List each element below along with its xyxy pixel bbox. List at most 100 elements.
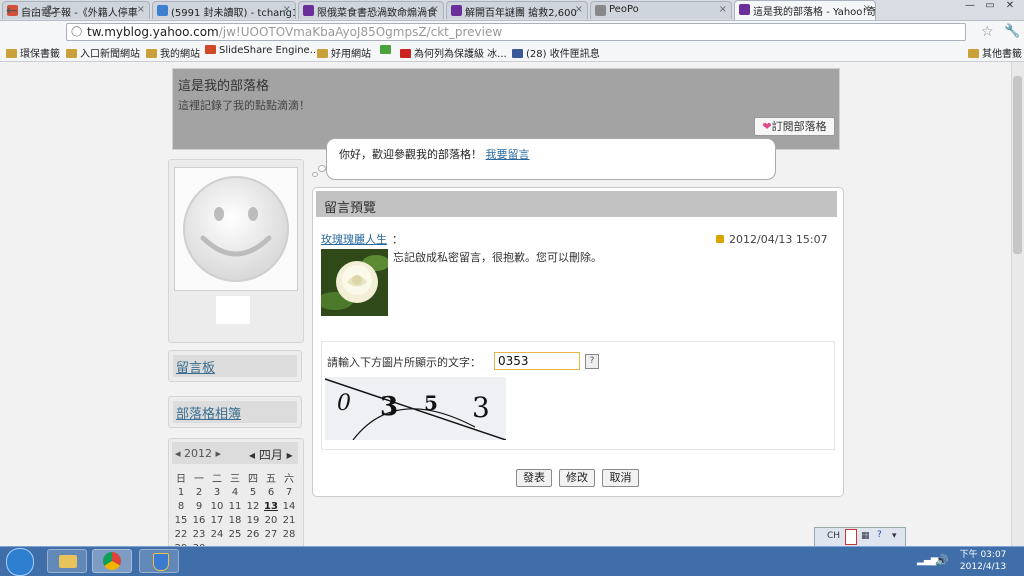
- minimize-icon[interactable]: —: [961, 0, 979, 14]
- bookmark-icon: [66, 49, 77, 58]
- browser-tab[interactable]: 這是我的部落格 - Yahoo!奇 ×: [734, 0, 876, 20]
- bookmark-label: 好用網站: [331, 49, 371, 60]
- avatar[interactable]: [174, 167, 298, 291]
- captcha-input[interactable]: [494, 352, 580, 370]
- author-avatar[interactable]: [321, 249, 388, 316]
- calendar-day: 25: [228, 528, 242, 540]
- browser-tab[interactable]: PeoPo ×: [590, 1, 732, 19]
- clock-time: 下午 03:07: [959, 550, 1007, 560]
- bookmark-item[interactable]: [380, 45, 394, 56]
- author-link[interactable]: 玫瑰瑰麗人生: [321, 231, 387, 247]
- browser-tab[interactable]: 自由電子報 -《外籍人停車 ×: [2, 1, 150, 19]
- sidebar-item-guestbook[interactable]: 留言板: [168, 350, 302, 382]
- bookmark-icon: [400, 49, 411, 58]
- smiley-icon: [183, 176, 289, 282]
- calendar-day: 7: [285, 486, 293, 498]
- maximize-icon[interactable]: ▭: [981, 0, 999, 14]
- ime-help-icon[interactable]: ?: [877, 530, 882, 540]
- browser-tab[interactable]: 限俄菜食書恐渦致命煽渦食 ×: [298, 1, 444, 19]
- calendar-day: 1: [177, 486, 185, 498]
- ime-input-icon[interactable]: [845, 529, 857, 545]
- ime-label: CH: [827, 531, 841, 541]
- calendar-weekday-row: 日一二三四五六: [172, 470, 298, 485]
- bookmark-star-icon[interactable]: ☆: [981, 24, 994, 40]
- bookmark-item[interactable]: (28) 收件匣訊息: [512, 45, 600, 60]
- bookmark-item[interactable]: 我的網站: [146, 45, 200, 60]
- close-window-icon[interactable]: ✕: [1001, 0, 1019, 14]
- forward-icon[interactable]: →: [26, 3, 38, 19]
- volume-icon[interactable]: 🔊: [935, 554, 949, 567]
- tab-close-icon[interactable]: ×: [575, 4, 583, 15]
- bookmark-item[interactable]: 好用網站: [317, 45, 371, 60]
- leave-message-link[interactable]: 我要留言: [486, 148, 530, 161]
- tab-close-icon[interactable]: ×: [283, 4, 291, 15]
- calendar-week-row: 22 23 24 25 26 27 28: [172, 527, 298, 541]
- address-bar[interactable]: tw.myblog.yahoo.com/jw!UOOTOVmaKbaAyoJ85…: [66, 23, 966, 41]
- calendar-month[interactable]: ◂ 四月 ▸: [249, 446, 293, 463]
- chrome-icon: [103, 552, 121, 570]
- calendar-day: 8: [177, 500, 185, 512]
- captcha-label: 請輸入下方圖片所顯示的文字：: [327, 356, 481, 369]
- wrench-icon[interactable]: 🔧: [1004, 24, 1020, 39]
- captcha-char: 3: [472, 391, 490, 424]
- calendar-day: 11: [228, 500, 242, 512]
- cancel-button[interactable]: 取消: [602, 469, 639, 487]
- reload-icon[interactable]: ↻: [46, 3, 58, 19]
- calendar-day: 5: [249, 486, 257, 498]
- captcha-char: 5: [424, 391, 438, 415]
- calendar-day[interactable]: 13: [262, 499, 280, 513]
- calendar-weekday: 二: [212, 474, 222, 485]
- edit-button[interactable]: 修改: [559, 469, 595, 487]
- bookmark-item[interactable]: 入口新聞網站: [66, 45, 140, 60]
- ime-toolbar[interactable]: CH ▦ ? ▾: [814, 527, 906, 547]
- calendar-day: 26: [246, 528, 260, 540]
- folder-icon: [968, 49, 979, 58]
- tab-close-icon[interactable]: ×: [137, 4, 145, 15]
- submit-button[interactable]: 發表: [516, 469, 552, 487]
- keyboard-icon[interactable]: ▦: [861, 531, 870, 541]
- url-path: /jw!UOOTOVmaKbaAyoJ85OgmpsZ/ckt_preview: [218, 25, 503, 39]
- blog-title: 這是我的部落格: [178, 79, 270, 94]
- calendar-body: 日一二三四五六 1 2 3 4 5 6 7 8 9 10 11 12 13 14 15 16 17 18 19 20 21…: [172, 470, 298, 555]
- bookmark-item[interactable]: 為何列為保護級 冰...: [400, 45, 507, 60]
- other-bookmarks[interactable]: 其他書籤: [968, 45, 1022, 60]
- calendar-day: 17: [210, 514, 224, 526]
- taskbar-clock[interactable]: 下午 03:07 2012/4/13: [955, 549, 1011, 573]
- calendar-day: 24: [210, 528, 224, 540]
- scrollbar-thumb[interactable]: [1013, 76, 1022, 254]
- calendar-day: 21: [282, 514, 296, 526]
- calendar-weekday: 三: [230, 474, 240, 485]
- bookmark-item[interactable]: SlideShare Engine...: [205, 45, 319, 56]
- bookmark-label: 我的網站: [160, 49, 200, 60]
- tab-close-icon[interactable]: ×: [719, 4, 727, 15]
- panel-title-bar: [316, 191, 837, 217]
- bookmark-label: (28) 收件匣訊息: [526, 49, 600, 60]
- tab-close-icon[interactable]: ×: [863, 3, 871, 14]
- tab-close-icon[interactable]: ×: [431, 4, 439, 15]
- start-button[interactable]: [6, 548, 34, 576]
- subscribe-button[interactable]: ❤訂閱部落格: [754, 117, 835, 136]
- bookmark-item[interactable]: 環保書籤: [6, 45, 60, 60]
- profile-name-box: [216, 296, 250, 324]
- sidebar-item-album[interactable]: 部落格相簿: [168, 396, 302, 428]
- calendar-week-row: 8 9 10 11 12 13 14: [172, 499, 298, 513]
- calendar-day: 22: [174, 528, 188, 540]
- back-icon[interactable]: ←: [6, 3, 18, 19]
- browser-tab[interactable]: (5991 封未讀取) - tchang1 ×: [152, 1, 296, 19]
- calendar-year[interactable]: ◂ 2012 ▸: [175, 447, 221, 460]
- calendar-day: 28: [282, 528, 296, 540]
- bookmark-icon: [317, 49, 328, 58]
- browser-tab[interactable]: 解開百年謎團 搶救2,600 ×: [446, 1, 588, 19]
- heart-icon: ❤: [762, 120, 772, 133]
- bookmark-icon: [380, 45, 391, 54]
- captcha-char: 0: [337, 391, 351, 416]
- captcha-char: 3: [380, 392, 398, 422]
- tab-favicon-icon: [303, 5, 314, 16]
- calendar-week-row: 1234567: [172, 485, 298, 499]
- clock-date: 2012/4/13: [959, 562, 1007, 572]
- explorer-taskbar-icon[interactable]: [47, 549, 87, 573]
- shield-taskbar-icon[interactable]: [139, 549, 179, 573]
- help-icon[interactable]: ?: [585, 354, 599, 369]
- chrome-taskbar-icon[interactable]: [92, 549, 132, 573]
- ime-options-icon[interactable]: ▾: [892, 531, 897, 541]
